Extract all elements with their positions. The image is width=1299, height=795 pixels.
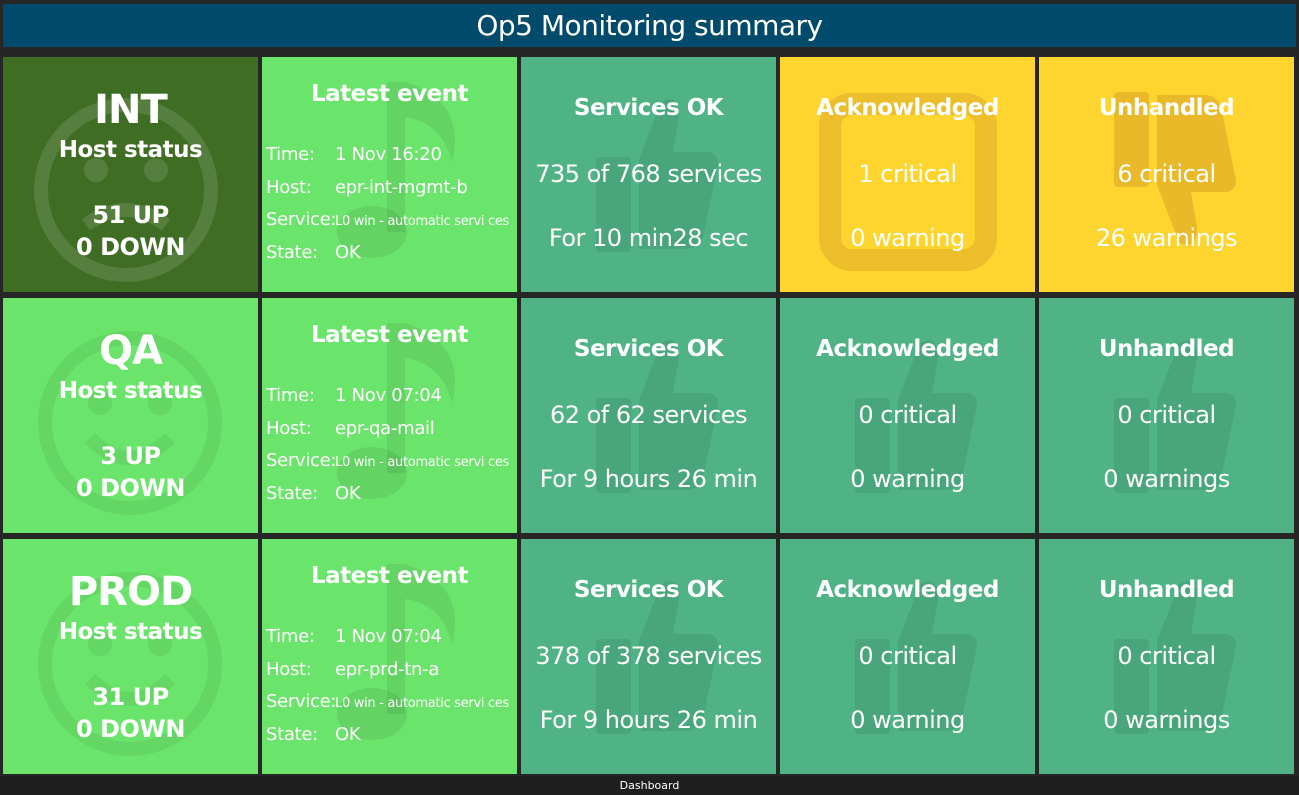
- unhandled-tile-int[interactable]: Unhandled 6 critical 26 warnings: [1039, 57, 1294, 292]
- footer-bar: Dashboard: [0, 776, 1299, 795]
- event-time-row: Time: 1 Nov 16:20: [266, 144, 442, 165]
- host-status-tile-int[interactable]: INT Host status 51 UP 0 DOWN: [3, 57, 258, 292]
- acknowledged-warning: 0 warning: [850, 465, 965, 493]
- event-time-value: 1 Nov 07:04: [335, 626, 442, 647]
- unhandled-title: Unhandled: [1098, 577, 1235, 603]
- dashboard-title-bar: Op5 Monitoring summary: [3, 4, 1296, 47]
- unhandled-critical: 0 critical: [1117, 401, 1216, 429]
- unhandled-tile-prod[interactable]: Unhandled 0 critical 0 warnings: [1039, 539, 1294, 774]
- services-ok-title: Services OK: [573, 95, 724, 121]
- services-ok-title: Services OK: [573, 336, 724, 362]
- event-state-row: State: OK: [266, 242, 361, 263]
- event-host-value: epr-qa-mail: [335, 418, 435, 439]
- status-grid: INT Host status 51 UP 0 DOWN Latest even…: [3, 57, 1296, 774]
- host-status-label: Host status: [58, 619, 203, 645]
- acknowledged-tile-qa[interactable]: Acknowledged 0 critical 0 warning: [780, 298, 1035, 533]
- event-service-value: L0 win - automatic servi ces: [335, 214, 510, 229]
- event-time-label: Time:: [266, 626, 315, 647]
- unhandled-warnings: 0 warnings: [1103, 465, 1230, 493]
- acknowledged-critical: 1 critical: [858, 160, 957, 188]
- event-service-value: L0 win - automatic servi ces: [335, 696, 510, 711]
- unhandled-title: Unhandled: [1098, 95, 1235, 121]
- acknowledged-critical: 0 critical: [858, 642, 957, 670]
- latest-event-title: Latest event: [310, 563, 469, 589]
- event-time-label: Time:: [266, 385, 315, 406]
- hosts-down-count: 0 DOWN: [76, 715, 185, 743]
- acknowledged-critical: 0 critical: [858, 401, 957, 429]
- acknowledged-tile-prod[interactable]: Acknowledged 0 critical 0 warning: [780, 539, 1035, 774]
- latest-event-title: Latest event: [310, 322, 469, 348]
- services-ok-tile-int[interactable]: Services OK 735 of 768 services For 10 m…: [521, 57, 776, 292]
- services-ok-tile-prod[interactable]: Services OK 378 of 378 services For 9 ho…: [521, 539, 776, 774]
- acknowledged-warning: 0 warning: [850, 706, 965, 734]
- event-state-value: OK: [335, 242, 361, 263]
- services-count: 62 of 62 services: [549, 401, 748, 429]
- event-time-label: Time:: [266, 144, 315, 165]
- page-title: Op5 Monitoring summary: [476, 9, 823, 42]
- unhandled-critical: 6 critical: [1117, 160, 1216, 188]
- services-count: 378 of 378 services: [535, 642, 762, 670]
- host-status-label: Host status: [58, 378, 203, 404]
- event-host-label: Host:: [266, 177, 312, 198]
- latest-event-title: Latest event: [310, 81, 469, 107]
- event-time-value: 1 Nov 07:04: [335, 385, 442, 406]
- event-service-row: Service:L0 win - automatic servi ces: [266, 450, 509, 471]
- acknowledged-title: Acknowledged: [816, 336, 999, 362]
- hosts-up-count: 51 UP: [92, 201, 169, 229]
- host-group-name: QA: [99, 328, 163, 374]
- event-host-row: Host: epr-prd-tn-a: [266, 659, 439, 680]
- event-host-value: epr-int-mgmt-b: [335, 177, 468, 198]
- event-host-label: Host:: [266, 418, 312, 439]
- hosts-up-count: 31 UP: [92, 683, 169, 711]
- event-host-row: Host: epr-int-mgmt-b: [266, 177, 468, 198]
- event-state-value: OK: [335, 724, 361, 745]
- host-status-tile-qa[interactable]: QA Host status 3 UP 0 DOWN: [3, 298, 258, 533]
- acknowledged-title: Acknowledged: [816, 577, 999, 603]
- unhandled-critical: 0 critical: [1117, 642, 1216, 670]
- acknowledged-tile-int[interactable]: Acknowledged 1 critical 0 warning: [780, 57, 1035, 292]
- acknowledged-title: Acknowledged: [816, 95, 999, 121]
- unhandled-warnings: 0 warnings: [1103, 706, 1230, 734]
- event-time-row: Time: 1 Nov 07:04: [266, 626, 442, 647]
- event-state-label: State:: [266, 483, 318, 504]
- event-service-row: Service:L0 win - automatic servi ces: [266, 691, 509, 712]
- services-count: 735 of 768 services: [535, 160, 762, 188]
- latest-event-tile-prod[interactable]: Latest event Time: 1 Nov 07:04 Host: epr-p…: [262, 539, 517, 774]
- hosts-down-count: 0 DOWN: [76, 474, 185, 502]
- services-duration: For 9 hours 26 min: [539, 465, 758, 493]
- event-time-value: 1 Nov 16:20: [335, 144, 442, 165]
- event-service-row: Service:L0 win - automatic servi ces: [266, 209, 509, 230]
- event-service-label: Service:: [266, 450, 337, 471]
- event-state-label: State:: [266, 242, 318, 263]
- event-state-row: State: OK: [266, 724, 361, 745]
- event-state-value: OK: [335, 483, 361, 504]
- latest-event-tile-int[interactable]: Latest event Time: 1 Nov 16:20 Host: epr-i…: [262, 57, 517, 292]
- services-duration: For 9 hours 26 min: [539, 706, 758, 734]
- acknowledged-warning: 0 warning: [850, 224, 965, 252]
- unhandled-warnings: 26 warnings: [1095, 224, 1238, 252]
- host-status-label: Host status: [58, 137, 203, 163]
- event-host-value: epr-prd-tn-a: [335, 659, 440, 680]
- host-group-name: INT: [94, 87, 168, 133]
- services-duration: For 10 min28 sec: [548, 224, 749, 252]
- host-status-tile-prod[interactable]: PROD Host status 31 UP 0 DOWN: [3, 539, 258, 774]
- event-service-label: Service:: [266, 209, 337, 230]
- unhandled-tile-qa[interactable]: Unhandled 0 critical 0 warnings: [1039, 298, 1294, 533]
- services-ok-title: Services OK: [573, 577, 724, 603]
- event-time-row: Time: 1 Nov 07:04: [266, 385, 442, 406]
- event-service-value: L0 win - automatic servi ces: [335, 455, 510, 470]
- event-host-row: Host: epr-qa-mail: [266, 418, 435, 439]
- unhandled-title: Unhandled: [1098, 336, 1235, 362]
- hosts-up-count: 3 UP: [100, 442, 161, 470]
- hosts-down-count: 0 DOWN: [76, 233, 185, 261]
- event-host-label: Host:: [266, 659, 312, 680]
- event-state-label: State:: [266, 724, 318, 745]
- dashboard-link[interactable]: Dashboard: [620, 779, 680, 792]
- event-service-label: Service:: [266, 691, 337, 712]
- latest-event-tile-qa[interactable]: Latest event Time: 1 Nov 07:04 Host: epr-q…: [262, 298, 517, 533]
- services-ok-tile-qa[interactable]: Services OK 62 of 62 services For 9 hour…: [521, 298, 776, 533]
- event-state-row: State: OK: [266, 483, 361, 504]
- host-group-name: PROD: [68, 569, 193, 615]
